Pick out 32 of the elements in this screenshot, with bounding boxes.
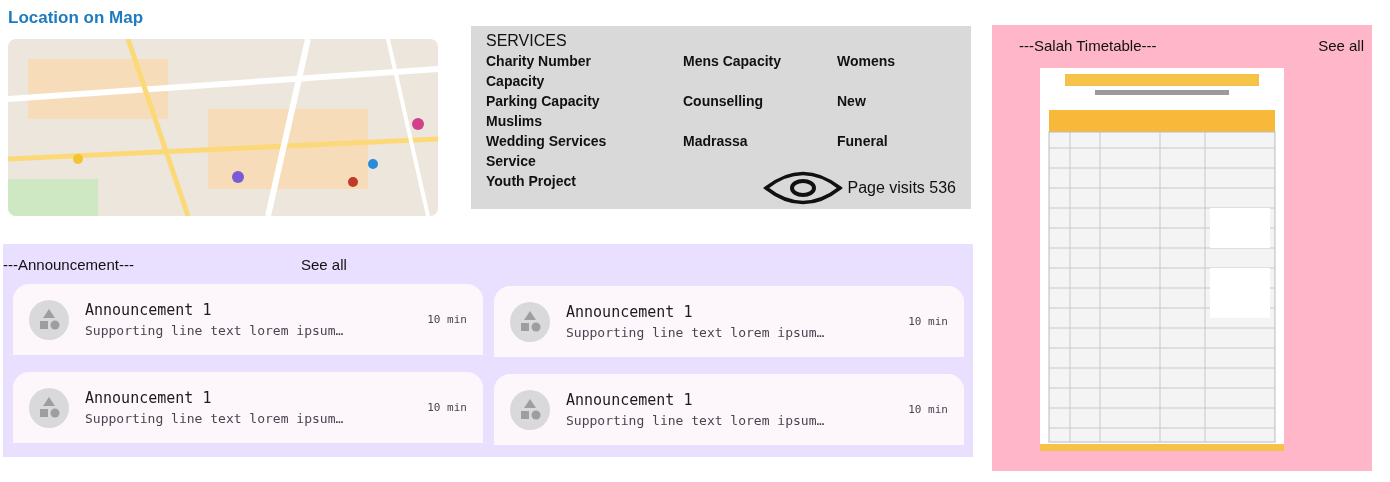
eye-icon: [763, 169, 844, 207]
see-all-link[interactable]: See all: [1318, 37, 1364, 68]
announcement-title-text: Announcement 1: [85, 301, 213, 319]
services-title: SERVICES: [486, 32, 567, 49]
announcement-time: 10 min: [908, 315, 948, 328]
announcement-title: ---Announcement---: [3, 255, 135, 273]
timetable-title: ---Salah Timetable---: [1019, 37, 1157, 56]
announcement-text: Supporting line text lorem ipsum…: [85, 411, 345, 426]
service-row-text: Parking Capacity Counselling New Muslims: [486, 92, 867, 131]
shapes-icon: [29, 299, 69, 340]
announcement-text: Supporting line text lorem ipsum…: [85, 323, 345, 338]
announcement-time: 10 min: [908, 403, 948, 416]
announcement-text: Supporting line text lorem ipsum…: [566, 413, 826, 428]
see-all-link[interactable]: See all: [301, 255, 347, 273]
shapes-icon: [510, 301, 550, 342]
service-row-text: Charity Number Mens Capacity Womens Capacity: [486, 52, 897, 91]
announcement-title-text: Announcement 1: [566, 303, 694, 321]
announcement-card[interactable]: Announcement 1 Supporting line text lorem ipsum… 10 min: [13, 372, 483, 443]
section-title: Location on Map: [8, 8, 145, 28]
announcement-text: Supporting line text lorem ipsum…: [566, 325, 826, 340]
announcement-card[interactable]: Announcement 1 Supporting line text lorem ipsum… 10 min: [494, 286, 964, 357]
shapes-icon: [29, 387, 69, 428]
service-row-text: Youth Project: [486, 172, 577, 191]
announcement-time: 10 min: [427, 313, 467, 326]
page-visits: Page visits 536: [847, 179, 956, 197]
announcement-card[interactable]: Announcement 1 Supporting line text lorem ipsum… 10 min: [13, 284, 483, 355]
announcement-title-text: Announcement 1: [566, 391, 694, 409]
shapes-icon: [510, 389, 550, 430]
service-row-text: Wedding Services Madrassa Funeral Service: [486, 132, 889, 171]
announcement-card[interactable]: Announcement 1 Supporting line text lorem ipsum… 10 min: [494, 374, 964, 445]
announcement-time: 10 min: [427, 401, 467, 414]
announcement-title-text: Announcement 1: [85, 389, 213, 407]
